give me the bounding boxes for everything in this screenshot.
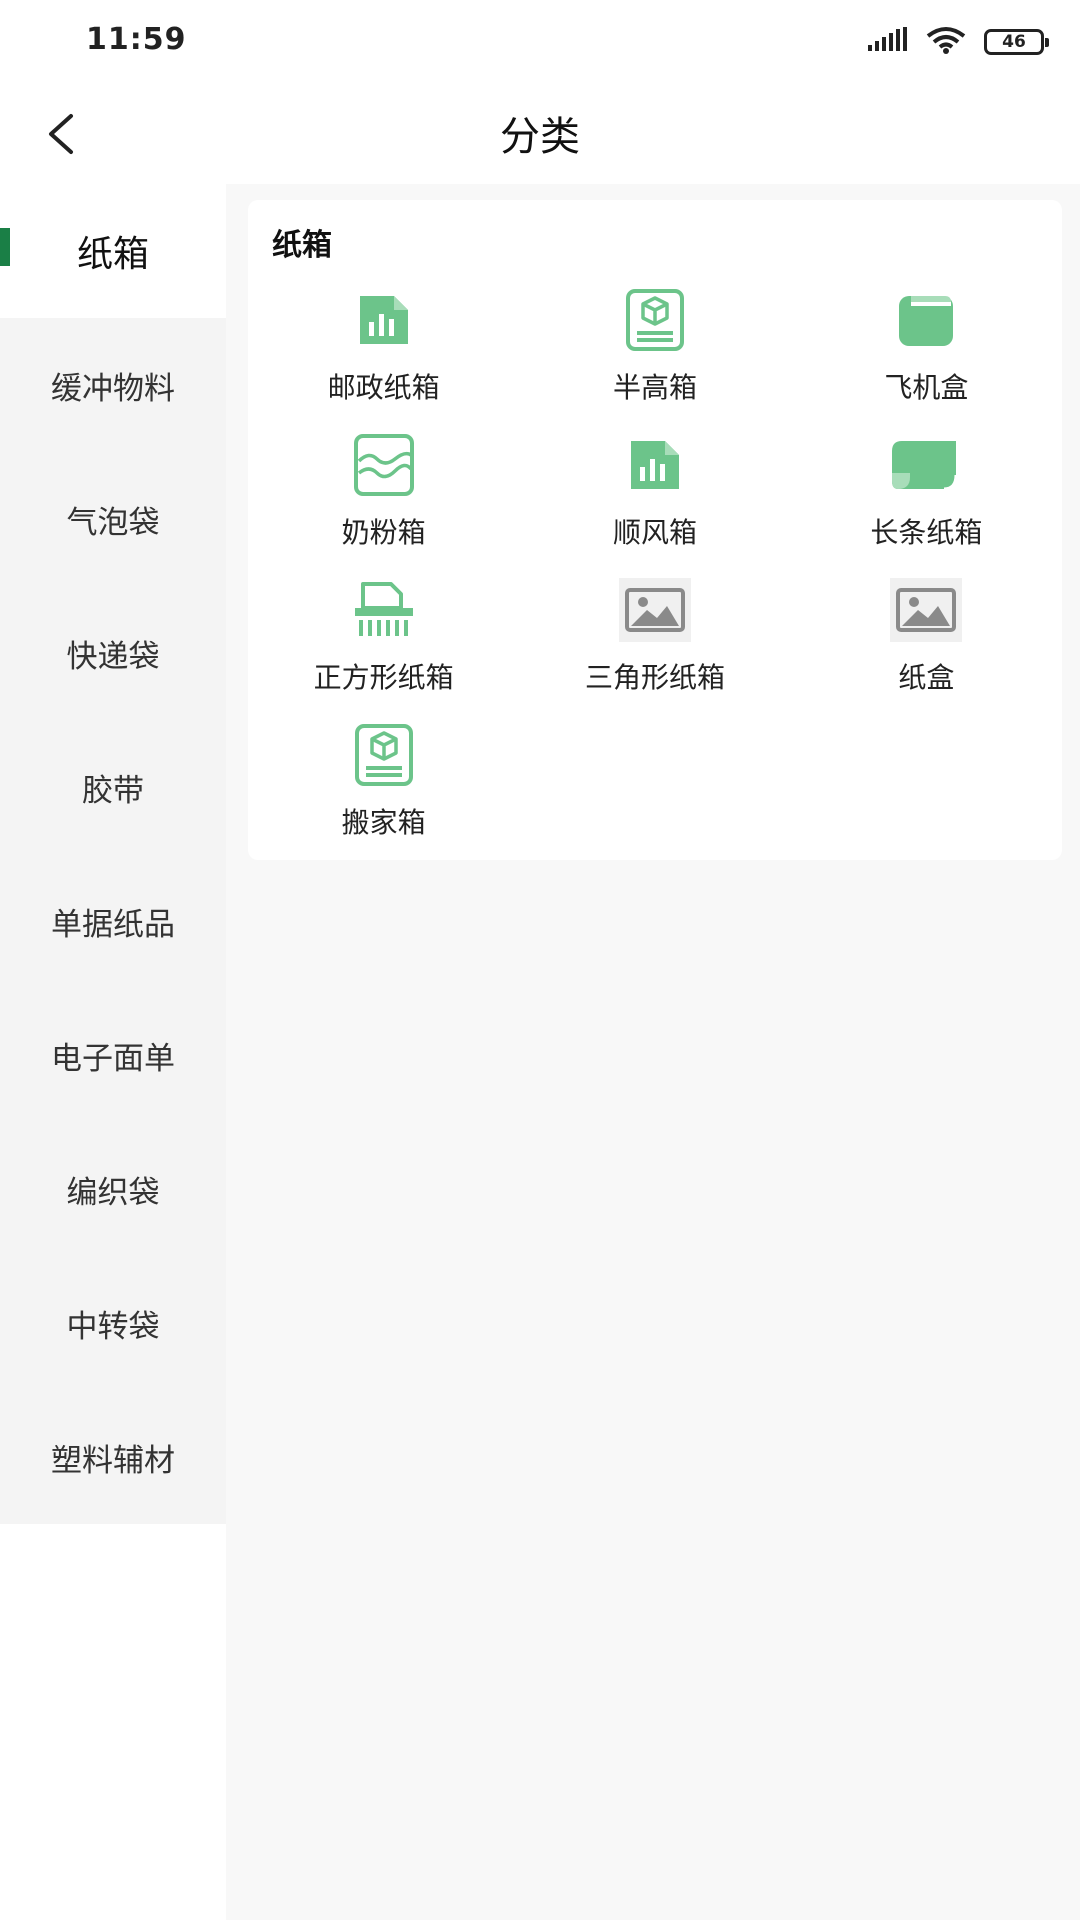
category-item-label: 邮政纸箱 xyxy=(327,371,440,404)
battery-indicator: 46 xyxy=(984,29,1049,55)
status-bar: 11:59 46 xyxy=(0,0,1080,84)
book-icon xyxy=(890,284,962,356)
category-sidebar: 纸箱 缓冲物料 气泡袋 快递袋 胶带 单据纸品 电子面单 编织袋 中转袋 塑料辅… xyxy=(0,184,226,1524)
category-grid: 邮政纸箱 半高箱 飞机盒 奶粉箱 顺风箱 长条纸箱 正方形纸箱 三角形纸箱 纸盒… xyxy=(248,284,1062,864)
header: 分类 xyxy=(0,84,1080,184)
scroll-icon xyxy=(890,429,962,501)
category-item-label: 正方形纸箱 xyxy=(313,661,454,694)
box-doc-icon xyxy=(619,284,691,356)
category-item-moving-box[interactable]: 搬家箱 xyxy=(248,719,519,864)
status-time: 11:59 xyxy=(86,22,187,57)
category-item-label: 半高箱 xyxy=(612,371,697,404)
chart-doc-icon xyxy=(619,429,691,501)
category-item-label: 三角形纸箱 xyxy=(584,661,725,694)
category-item-half-height-box[interactable]: 半高箱 xyxy=(519,284,790,429)
box-doc-icon xyxy=(348,719,420,791)
category-item-label: 长条纸箱 xyxy=(870,516,983,549)
category-card: 纸箱 邮政纸箱 半高箱 飞机盒 奶粉箱 顺风箱 长条纸箱 正方形纸箱 三角形纸箱… xyxy=(248,200,1062,860)
image-placeholder-icon xyxy=(890,574,963,646)
category-item-label: 飞机盒 xyxy=(884,371,969,404)
category-item-square-carton[interactable]: 正方形纸箱 xyxy=(248,574,519,719)
category-item-label: 顺风箱 xyxy=(612,516,697,549)
sidebar-item-transit-bags[interactable]: 中转袋 xyxy=(0,1256,226,1390)
signal-icon xyxy=(868,27,908,57)
sidebar-item-e-waybill[interactable]: 电子面单 xyxy=(0,988,226,1122)
status-icons: 46 xyxy=(868,26,1049,58)
category-item-label: 纸盒 xyxy=(898,661,955,694)
sidebar-item-tape[interactable]: 胶带 xyxy=(0,720,226,854)
category-item-long-carton[interactable]: 长条纸箱 xyxy=(791,429,1062,574)
shredder-icon xyxy=(348,574,420,646)
sidebar-item-cartons[interactable]: 纸箱 xyxy=(0,184,226,318)
sidebar-item-cushioning[interactable]: 缓冲物料 xyxy=(0,318,226,452)
category-item-triangle-carton[interactable]: 三角形纸箱 xyxy=(519,574,790,719)
category-item-paper-box[interactable]: 纸盒 xyxy=(791,574,1062,719)
category-title: 纸箱 xyxy=(272,228,332,263)
category-item-label: 奶粉箱 xyxy=(341,516,426,549)
page-title: 分类 xyxy=(500,114,580,160)
category-item-label: 搬家箱 xyxy=(341,806,426,839)
sidebar-item-plastic-supplies[interactable]: 塑料辅材 xyxy=(0,1390,226,1524)
category-item-shunfeng-box[interactable]: 顺风箱 xyxy=(519,429,790,574)
wave-picture-icon xyxy=(348,429,420,501)
image-placeholder-icon xyxy=(618,574,691,646)
sidebar-item-woven-bags[interactable]: 编织袋 xyxy=(0,1122,226,1256)
chart-doc-icon xyxy=(348,284,420,356)
category-item-milk-powder-box[interactable]: 奶粉箱 xyxy=(248,429,519,574)
category-item-airplane-box[interactable]: 飞机盒 xyxy=(791,284,1062,429)
category-item-postal-carton[interactable]: 邮政纸箱 xyxy=(248,284,519,429)
sidebar-item-courier-bags[interactable]: 快递袋 xyxy=(0,586,226,720)
sidebar-item-paper-forms[interactable]: 单据纸品 xyxy=(0,854,226,988)
sidebar-item-bubble-bags[interactable]: 气泡袋 xyxy=(0,452,226,586)
wifi-icon xyxy=(926,26,966,58)
